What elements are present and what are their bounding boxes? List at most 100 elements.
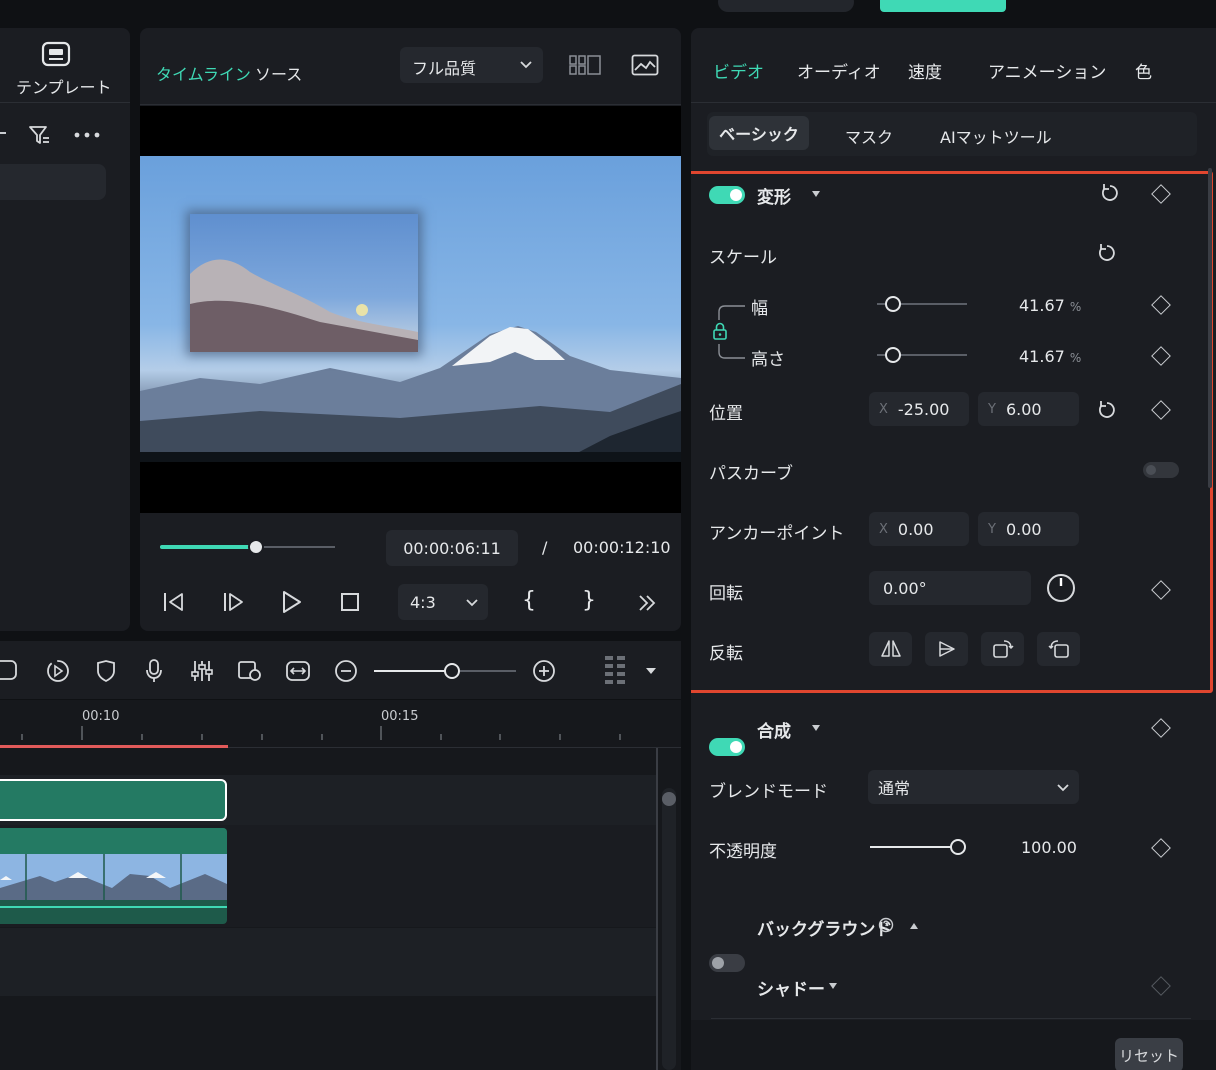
tab-video[interactable]: ビデオ <box>713 58 764 83</box>
caret-down-icon[interactable] <box>811 190 821 198</box>
caret-down-icon[interactable] <box>811 724 821 732</box>
opacity-slider-knob[interactable] <box>950 839 966 855</box>
subtab-basic[interactable]: ベーシック <box>709 116 809 150</box>
background-toggle[interactable] <box>709 954 745 972</box>
position-y-field[interactable]: Y 6.00 <box>978 392 1079 426</box>
more-icon[interactable] <box>72 124 102 146</box>
title-clip[interactable] <box>0 779 227 821</box>
subtab-mask[interactable]: マスク <box>845 124 893 148</box>
tab-animation[interactable]: アニメーション <box>988 58 1106 83</box>
stop-icon[interactable] <box>336 588 364 616</box>
background-title: バックグラウンド <box>757 920 893 940</box>
position-y-prefix: Y <box>988 401 996 417</box>
rotate-ccw-icon[interactable] <box>1037 632 1080 666</box>
more-chevron-icon[interactable] <box>634 590 660 616</box>
preview-panel: タイムライン ソース フル品質 00:00:06:11 / 00:00:12:1… <box>140 28 681 631</box>
inspector-scrollbar[interactable] <box>1208 168 1212 488</box>
position-reset-icon[interactable] <box>1096 399 1118 421</box>
template-icon[interactable] <box>40 40 72 68</box>
reset-button-label: リセット <box>1118 1046 1179 1065</box>
tab-speed[interactable]: 速度 <box>908 58 942 83</box>
speed-ramp-icon[interactable] <box>44 657 72 685</box>
grid-view-icon[interactable] <box>568 52 602 78</box>
audio-mixer-icon[interactable] <box>188 657 216 685</box>
scale-label: スケール <box>709 248 777 268</box>
timeline-ruler[interactable]: 00:10 00:15 <box>0 700 681 748</box>
caret-down-icon[interactable] <box>828 982 838 990</box>
path-curve-toggle[interactable] <box>1143 462 1179 478</box>
width-value[interactable]: 41.67 % <box>1019 296 1081 315</box>
position-x-field[interactable]: X -25.00 <box>869 392 969 426</box>
tab-timeline[interactable]: タイムライン <box>156 61 251 85</box>
video-clip[interactable] <box>0 828 227 924</box>
scale-reset-icon[interactable] <box>1096 242 1118 264</box>
minus-icon[interactable] <box>0 132 6 134</box>
anchor-y-field[interactable]: Y 0.00 <box>978 512 1079 546</box>
lock-icon[interactable] <box>710 321 730 341</box>
opacity-label: 不透明度 <box>709 842 777 862</box>
reset-icon[interactable] <box>1099 182 1121 204</box>
timeline-scrollbar[interactable] <box>662 788 676 1070</box>
video-canvas[interactable] <box>140 106 681 513</box>
microphone-icon[interactable] <box>140 657 168 685</box>
anchor-x-field[interactable]: X 0.00 <box>869 512 969 546</box>
scrollbar-thumb[interactable] <box>662 792 676 806</box>
height-slider-knob[interactable] <box>885 347 901 363</box>
clip-thumbnails <box>0 854 227 900</box>
caret-up-icon[interactable] <box>909 922 919 930</box>
snapshot-icon[interactable] <box>630 52 660 78</box>
search-box[interactable] <box>0 164 106 200</box>
ruler-label-15: 00:15 <box>381 709 419 724</box>
template-label[interactable]: テンプレート <box>16 74 112 98</box>
tab-source[interactable]: ソース <box>255 61 302 85</box>
next-frame-icon[interactable] <box>220 588 248 616</box>
flip-horizontal-icon[interactable] <box>869 632 912 666</box>
opacity-keyframe-icon[interactable] <box>1151 838 1171 858</box>
current-time[interactable]: 00:00:06:11 <box>386 530 518 566</box>
transform-title: 変形 <box>757 188 791 208</box>
timeline-playhead[interactable] <box>656 748 658 1070</box>
fit-width-icon[interactable] <box>284 657 312 685</box>
rotate-field[interactable]: 0.00° <box>869 571 1031 605</box>
chevron-down-icon <box>466 597 478 607</box>
position-y-value: 6.00 <box>1005 399 1042 419</box>
playhead-knob[interactable] <box>248 539 265 555</box>
opacity-value[interactable]: 100.00 <box>1021 838 1077 857</box>
sticker-icon[interactable] <box>0 657 20 683</box>
tab-color[interactable]: 色 <box>1135 58 1152 83</box>
zoom-out-icon[interactable] <box>332 657 360 685</box>
zoom-in-icon[interactable] <box>530 657 558 685</box>
credits-badge[interactable] <box>718 0 854 12</box>
track-list-icon[interactable] <box>602 653 628 689</box>
mark-in-button[interactable]: { <box>522 588 536 613</box>
subtab-ai-matte[interactable]: AIマットツール <box>940 124 1052 148</box>
height-value[interactable]: 41.67 % <box>1019 347 1081 366</box>
composite-toggle[interactable] <box>709 738 745 756</box>
play-icon[interactable] <box>278 588 306 616</box>
prev-frame-icon[interactable] <box>160 588 188 616</box>
reset-button[interactable]: リセット <box>1115 1038 1183 1070</box>
mark-out-button[interactable]: } <box>582 588 596 613</box>
time-separator: / <box>542 538 548 557</box>
export-button[interactable] <box>880 0 1006 12</box>
blend-mode-select[interactable]: 通常 <box>868 770 1079 804</box>
overlay-clip[interactable] <box>190 214 418 352</box>
help-icon[interactable] <box>877 916 895 934</box>
audio-line <box>0 906 227 908</box>
composite-title: 合成 <box>757 722 791 742</box>
transform-toggle[interactable] <box>709 186 745 204</box>
composite-keyframe-icon[interactable] <box>1151 718 1171 738</box>
tab-audio[interactable]: オーディオ <box>797 58 881 83</box>
quality-select[interactable]: フル品質 <box>400 47 543 83</box>
aspect-select[interactable]: 4:3 <box>398 584 488 620</box>
zoom-slider-knob[interactable] <box>444 663 461 679</box>
flip-vertical-icon[interactable] <box>925 632 968 666</box>
shield-icon[interactable] <box>92 657 120 685</box>
filter-icon[interactable] <box>26 122 52 148</box>
rotate-dial-icon[interactable] <box>1045 572 1077 604</box>
rotate-cw-icon[interactable] <box>981 632 1024 666</box>
screen-record-icon[interactable] <box>236 657 264 685</box>
width-slider-knob[interactable] <box>885 296 901 312</box>
anchor-label: アンカーポイント <box>709 524 845 544</box>
caret-down-icon[interactable] <box>644 665 658 677</box>
